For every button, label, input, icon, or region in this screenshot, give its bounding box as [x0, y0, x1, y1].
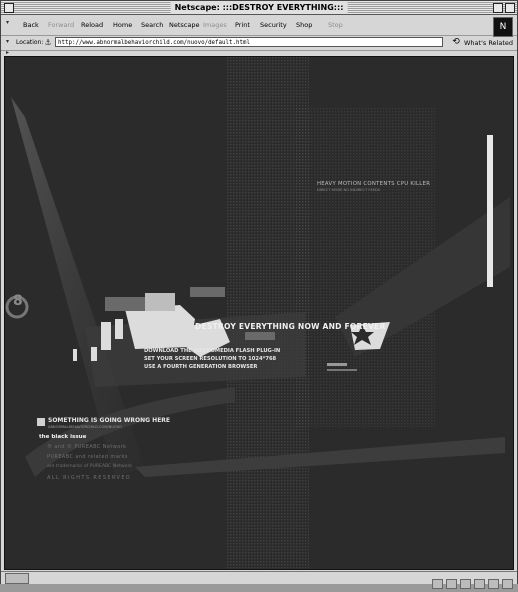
- title-bar[interactable]: Netscape: :::DESTROY EVERYTHING:::: [1, 1, 517, 15]
- back-button[interactable]: Back: [23, 19, 39, 31]
- security-button[interactable]: Security: [260, 19, 287, 31]
- location-collapse-arrow-icon[interactable]: ▾: [6, 39, 12, 45]
- window-title: Netscape: :::DESTROY EVERYTHING:::: [170, 1, 348, 14]
- reload-button[interactable]: Reload: [81, 19, 103, 31]
- collapse-box[interactable]: [505, 3, 515, 13]
- warning-link[interactable]: SOMETHING IS GOING WRONG HERE: [48, 417, 170, 424]
- page-proxy-icon[interactable]: ⚓: [43, 37, 53, 48]
- instruction-flash-plugin: DOWNLOAD THE MACROMEDIA FLASH PLUG-IN: [144, 348, 281, 354]
- page-content: 8 HEAVY MOTION CONTENTS CPU KILLER DIREC…: [4, 56, 514, 570]
- search-button[interactable]: Search: [141, 19, 163, 31]
- warning-subtext: ABNORMALBEHAVIORCHILD.COM/NUOVO: [48, 425, 122, 429]
- netscape-n-logo-icon[interactable]: N: [493, 17, 513, 37]
- whats-related-icon[interactable]: ⟲: [449, 37, 463, 48]
- print-button[interactable]: Print: [235, 19, 250, 31]
- background-artwork: [5, 57, 513, 569]
- cpu-killer-subtext: DIRECT MODE NO INDIRECT FEEDS: [317, 188, 381, 192]
- component-bar: [429, 573, 513, 592]
- toolbar-collapse-arrow-icon[interactable]: ▾: [6, 20, 12, 26]
- stop-button[interactable]: Stop: [328, 19, 343, 31]
- instruction-browser: USE A FOURTH GENERATION BROWSER: [144, 364, 258, 370]
- whats-related-button[interactable]: What's Related: [464, 38, 513, 48]
- rights-line: ALL RIGHTS RESERVED: [47, 475, 132, 481]
- security-lock-icon[interactable]: [5, 573, 29, 584]
- destroy-everything-link[interactable]: DESTROY EVERYTHING NOW AND FOREVER: [195, 322, 386, 331]
- black-issue-label: the black issue: [39, 434, 87, 440]
- marks-line: PUREABC and related marks: [47, 454, 128, 460]
- netscape-button[interactable]: Netscape: [169, 19, 199, 31]
- warning-icon: [37, 418, 45, 426]
- browser-window: Netscape: :::DESTROY EVERYTHING::: ▾ Bac…: [0, 0, 518, 589]
- instruction-screen-resolution: SET YOUR SCREEN RESOLUTION TO 1024*768: [144, 356, 277, 362]
- images-button[interactable]: Images: [203, 19, 227, 31]
- shop-button[interactable]: Shop: [296, 19, 312, 31]
- home-button[interactable]: Home: [113, 19, 132, 31]
- copyright-line: ® and © PUREABC Network: [47, 444, 127, 450]
- forward-button[interactable]: Forward: [48, 19, 74, 31]
- trademark-line: are trademarks of PUREABC Network: [47, 464, 133, 469]
- navigation-toolbar: ▾ Back Forward Reload Home Search Netsca…: [1, 15, 517, 36]
- location-label: Location:: [16, 39, 44, 46]
- zoom-box[interactable]: [493, 3, 503, 13]
- close-box[interactable]: [4, 3, 14, 13]
- location-toolbar: ▾ Location: ⚓ http://www.abnormalbehavio…: [1, 36, 517, 51]
- side-number: 8: [13, 293, 23, 309]
- location-url-field[interactable]: http://www.abnormalbehaviorchild.com/nuo…: [55, 37, 443, 47]
- cpu-killer-text: HEAVY MOTION CONTENTS CPU KILLER: [317, 181, 431, 187]
- status-bar: [1, 571, 517, 589]
